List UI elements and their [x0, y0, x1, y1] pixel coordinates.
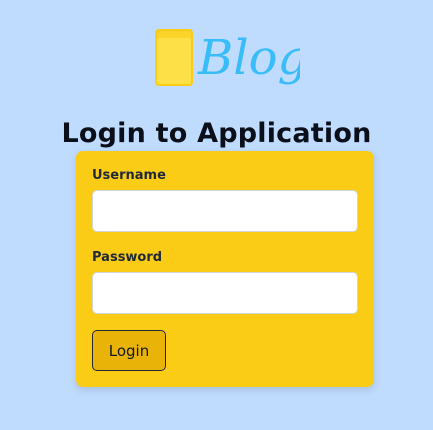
login-form: Username Password Login — [76, 151, 374, 387]
page-title: Login to Application — [61, 118, 372, 150]
username-input[interactable] — [92, 190, 358, 232]
password-label: Password — [92, 250, 163, 265]
username-label: Username — [92, 168, 166, 183]
logo-text: Blogs — [197, 30, 300, 86]
password-input[interactable] — [92, 272, 358, 314]
glass-icon — [155, 29, 193, 86]
blogs-logo-svg: Blogs — [155, 29, 300, 86]
login-button[interactable]: Login — [92, 330, 166, 371]
app-logo: Blogs — [150, 22, 300, 88]
